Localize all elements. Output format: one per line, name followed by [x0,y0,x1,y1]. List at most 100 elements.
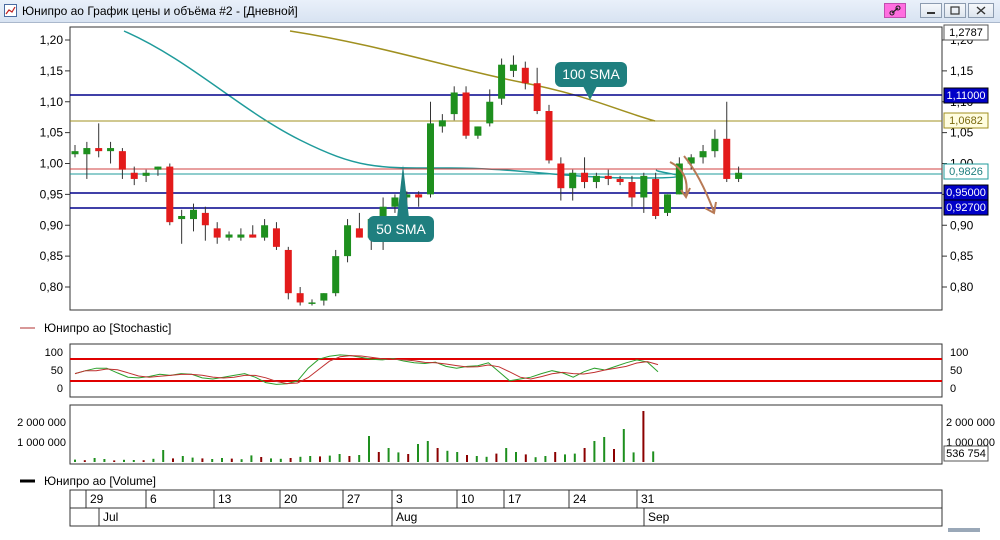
stoch-tick-label: 50 [51,365,63,377]
volume-bar [583,448,586,462]
volume-bar [622,429,625,462]
candle-body [118,151,126,170]
price-tick-label: 0,80 [40,280,64,294]
volume-bar [573,453,576,462]
stoch-legend-label: Юнипро ао [Stochastic] [44,321,172,335]
volume-bar [152,458,155,462]
volume-bar [397,452,400,462]
price-tick-label: 1,20 [40,33,64,47]
volume-bar [593,441,596,462]
volume-bar [495,453,498,462]
volume-legend-label: Юнипро ао [Volume] [44,474,157,488]
candle-body [486,101,494,124]
time-day-label: 24 [573,492,587,506]
time-day-label: 20 [284,492,298,506]
volume-bar [142,460,145,462]
candle-body [83,148,91,155]
volume-bar [201,458,204,462]
volume-bar [446,450,449,462]
volume-bar [162,450,165,462]
candle-body [545,111,553,161]
volume-bar [250,455,253,462]
price-label-last: 0,9826 [949,166,983,178]
volume-bar [299,456,302,462]
volume-bar [103,459,106,462]
candle-body [107,148,115,152]
volume-bar [456,452,459,462]
candle-body [604,175,612,179]
volume-bar [632,452,635,462]
price-label-sma100: 1,0682 [949,115,983,127]
time-day-label: 17 [508,492,522,506]
time-day-label: 6 [150,492,157,506]
volume-bar [426,441,429,462]
time-day-label: 10 [461,492,475,506]
candle-body [509,64,517,71]
volume-bar [132,460,135,462]
price-label-top: 1,2787 [949,27,983,39]
price-right-tick-label: 1,15 [950,64,974,78]
time-day-label: 3 [396,492,403,506]
candle-body [355,228,363,238]
candle-body [415,194,423,198]
volume-bar [338,454,341,462]
candle-body [640,175,648,198]
candle-body [213,228,221,238]
candle-body [628,182,636,198]
volume-bar [524,454,527,462]
volume-bar [309,456,312,462]
candle-body [95,148,103,152]
price-y-axis: 1,20 1,15 1,10 1,05 1,00 0,95 0,90 0,85 0,80 [40,33,70,294]
volume-bar [387,448,390,462]
candle-body [166,166,174,223]
volume-bar [515,452,517,462]
volume-bar [534,457,537,462]
price-label-1110: 1,11000 [947,90,986,102]
chart-canvas: 1,20 1,15 1,10 1,05 1,00 0,95 0,90 0,85 0,80 1,2… [17,24,995,532]
volume-bar [113,460,116,462]
candle-body [178,215,186,220]
volume-bar [319,456,321,462]
candle-body [391,197,399,207]
candle-body [664,194,671,213]
candle-body [332,256,340,294]
price-tick-label: 0,90 [40,218,64,232]
candle-body [592,175,600,183]
volume-bar [407,454,410,462]
candle-body [261,225,269,238]
candle-body [462,92,470,136]
stoch-right-tick-label: 50 [950,365,962,377]
volume-bar [230,458,233,462]
volume-bar [652,451,655,462]
candle-body [296,293,304,303]
volume-bar [642,411,645,462]
candle-body [237,234,245,238]
candle-body [154,166,162,170]
candle-body [723,138,731,179]
stoch-right-tick-label: 100 [950,347,968,359]
scroll-handle[interactable] [948,528,980,532]
volume-bar [240,459,243,462]
volume-bar [279,458,282,462]
volume-bar [358,455,361,462]
volume-bar [328,455,331,462]
volume-bar [221,458,223,462]
stoch-right-tick-label: 0 [950,383,956,395]
candle-body [308,302,316,304]
candle-body [474,126,482,136]
stoch-tick-label: 100 [45,347,63,359]
volume-bar [172,458,174,462]
price-right-tick-label: 0,90 [950,218,974,232]
time-month-label: Jul [103,510,118,524]
time-day-label: 29 [90,492,104,506]
price-tick-label: 0,85 [40,249,64,263]
volume-bar [93,458,96,462]
time-month-label: Sep [648,510,670,524]
volume-bar [181,456,184,462]
candle-body [581,172,589,183]
candle-body [521,67,529,84]
candle-body [142,172,150,176]
volume-bar [417,444,419,462]
volume-bar [377,452,380,462]
time-day-label: 31 [641,492,655,506]
